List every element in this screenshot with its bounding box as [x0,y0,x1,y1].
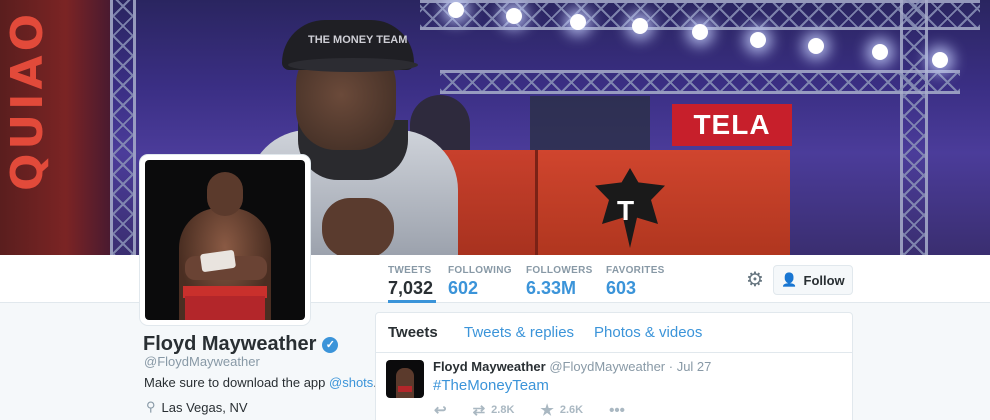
favorite-button[interactable]: ★ 2.6K [540,401,583,419]
profile-avatar[interactable] [140,155,310,325]
tweet-actions: ↩ ⇄ 2.8K ★ 2.6K ••• [434,401,651,420]
stage-light [808,38,824,54]
stat-value: 602 [448,278,479,298]
stat-label: FOLLOWING [448,265,512,276]
avatar-head [207,172,243,216]
verified-badge-icon: ✓ [322,336,339,353]
tweet-item[interactable]: Floyd Mayweather @FloydMayweather · Jul … [376,354,854,420]
add-user-icon: 👤 [781,272,798,287]
stat-followers[interactable]: FOLLOWERS 6.33M [526,265,593,303]
bio-mention-link[interactable]: @shots [329,375,373,390]
avatar-image [145,160,305,320]
reply-icon: ↩ [434,402,447,419]
stage-light [932,52,948,68]
tweet-avatar-figure [396,368,414,398]
stage-truss [110,0,136,255]
stat-favorites[interactable]: FAVORITES 603 [606,265,665,303]
tab-tweets[interactable]: Tweets [388,324,438,341]
tab-photos-videos[interactable]: Photos & videos [594,324,702,341]
cap-brim [288,58,418,72]
retweet-count: 2.8K [491,404,515,416]
cap-text: THE MONEY TEAM [308,34,408,46]
tweet-header: Floyd Mayweather @FloydMayweather · Jul … [433,359,711,374]
stage-light [692,24,708,40]
more-button[interactable]: ••• [609,402,625,419]
profile-handle[interactable]: @FloydMayweather [144,354,260,369]
tweet-date[interactable]: · Jul 27 [669,359,712,374]
stat-tweets[interactable]: TWEETS 7,032 [388,265,436,303]
follow-label: Follow [803,272,845,288]
banner-sign: TELA [672,104,792,146]
gear-icon[interactable]: ⚙ [745,270,765,290]
tweet-author-handle[interactable]: @FloydMayweather [549,359,665,374]
stat-value: 7,032 [388,278,434,298]
tweet-author-name[interactable]: Floyd Mayweather [433,359,546,374]
stage-truss [900,0,928,255]
eagle-logo-letter: T [617,195,635,226]
timeline-tabs: Tweets Tweets & replies Photos & videos [376,313,852,353]
stat-value: 6.33M [526,278,577,298]
avatar-trunks [185,296,265,320]
location-text: Las Vegas, NV [161,399,248,415]
profile-name-text: Floyd Mayweather [143,333,317,355]
stage-light [750,32,766,48]
reply-button[interactable]: ↩ [434,401,447,419]
stage-light [632,18,648,34]
favorite-count: 2.6K [559,404,584,416]
stage-light [506,8,522,24]
profile-name[interactable]: Floyd Mayweather ✓ [143,333,339,356]
tweet-hashtag-link[interactable]: #TheMoneyTeam [433,377,549,394]
tweet-avatar-belt [398,386,412,392]
stage-truss [440,70,960,94]
retweet-icon: ⇄ [472,402,486,419]
more-icon: ••• [609,401,625,419]
hand [322,198,394,255]
stat-label: TWEETS [388,265,432,276]
stat-following[interactable]: FOLLOWING 602 [448,265,512,303]
banner-lettering: QUIAO [2,10,53,191]
stage-light [570,14,586,30]
stat-label: FOLLOWERS [526,265,593,276]
retweet-button[interactable]: ⇄ 2.8K [473,401,515,419]
tab-tweets-replies[interactable]: Tweets & replies [464,324,574,341]
profile-location: ⚲ Las Vegas, NV [146,399,248,415]
follow-button[interactable]: 👤 Follow [773,265,853,295]
profile-bio: Make sure to download the app @shots. [144,375,377,390]
stage-light [448,2,464,18]
stage-light [872,44,888,60]
star-icon: ★ [540,402,554,419]
bio-text: Make sure to download the app [144,375,330,390]
stage-board [535,150,790,255]
location-pin-icon: ⚲ [146,399,156,414]
stat-value: 603 [606,278,637,298]
stat-label: FAVORITES [606,265,665,276]
timeline-panel: Tweets Tweets & replies Photos & videos … [375,312,853,420]
tweet-avatar[interactable] [386,360,424,398]
